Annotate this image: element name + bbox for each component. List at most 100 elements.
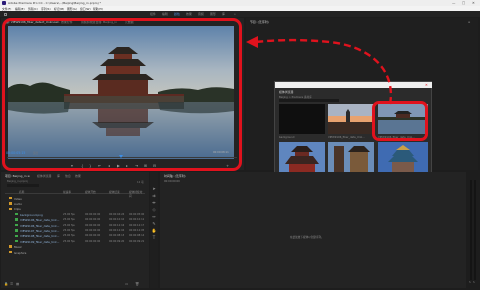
project-row-start: 00:00:00:00 xyxy=(85,234,101,238)
project-row[interactable]: Graphics xyxy=(5,250,145,255)
project-row[interactable]: VIEW9197_fiber_date_Unk... 25.00 fps 00:00… xyxy=(5,228,145,233)
folder-icon xyxy=(9,202,12,205)
media-browser-tab[interactable]: 媒体浏览器 xyxy=(37,174,51,178)
workspace-tab-libraries[interactable]: 库 xyxy=(222,12,225,16)
maximize-button[interactable]: □ xyxy=(462,1,465,5)
project-row-duration: 00:00:12:05 xyxy=(129,228,145,232)
panel-menu-icon[interactable]: ≡ xyxy=(468,20,470,24)
project-row-duration: 00:00:10:11 xyxy=(129,218,145,222)
effects-tab[interactable]: 效果 xyxy=(75,174,81,178)
project-row-name: VIEW9199_fiber_date_Unk... xyxy=(20,239,60,244)
folder-icon xyxy=(9,250,12,254)
project-row-end: 00:00:10:10 xyxy=(109,218,125,222)
project-row[interactable]: background.png 25.00 fps 00:00:00:00 00:00:… xyxy=(5,212,145,217)
clip-icon xyxy=(15,213,18,216)
project-row-duration: 00:00:12:17 xyxy=(129,223,145,227)
drag-arrow xyxy=(246,36,393,105)
clip-thumbnail-5[interactable]: VIEW9198_fiber_date_Unk... xyxy=(328,142,374,177)
project-row[interactable]: VIEW9196_fiber_date_Unk... 25.00 fps 00:00… xyxy=(5,223,145,228)
home-icon[interactable] xyxy=(4,12,7,16)
track-select-tool-icon[interactable]: ⇉ xyxy=(152,193,157,198)
workspace-tab-graphics[interactable]: 图形 xyxy=(210,12,216,16)
media-browser-close-button[interactable]: ✕ xyxy=(425,83,428,87)
info-tab[interactable]: 信息 xyxy=(65,174,71,178)
clip-5-preview xyxy=(328,142,374,172)
project-row-name: VIEW9198_fiber_date_Unk... xyxy=(20,234,60,239)
new-item-icon[interactable]: ▭ xyxy=(125,282,128,286)
solo-right-button[interactable]: S xyxy=(473,281,475,284)
project-row[interactable]: Clips xyxy=(5,207,145,211)
clip-name-2: VIEW9196_fiber_date_Unk... xyxy=(328,136,365,139)
project-row-start: 00:00:00:00 xyxy=(85,223,101,227)
project-row[interactable]: Video xyxy=(5,196,145,201)
project-item-count: 12 项 xyxy=(137,181,144,184)
timeline-tab[interactable]: 时间轴: (无序列) xyxy=(164,174,186,178)
project-row-fps: 25.00 fps xyxy=(63,239,75,243)
clip-name-1: background xyxy=(279,136,295,139)
workspace-tab-audio[interactable]: 音频 xyxy=(198,12,204,16)
column-media-end[interactable]: 媒体结束 xyxy=(109,190,120,194)
close-button[interactable]: ✕ xyxy=(472,1,475,5)
column-name[interactable]: 名称 xyxy=(19,190,24,194)
program-monitor-tab[interactable]: 节目: (无序列) xyxy=(250,20,269,24)
project-row[interactable]: Audio xyxy=(5,201,145,206)
project-list: Video Audio Clips background.png 25.00 fps 00… xyxy=(1,196,149,276)
timeline-timecode[interactable]: 00:00:00:00 xyxy=(164,180,180,183)
workspace-tab-assembly[interactable]: 组件 xyxy=(150,12,156,16)
project-row-fps: 25.00 fps xyxy=(63,223,75,227)
lock-icon[interactable]: 🔒 xyxy=(4,282,8,286)
icon-view-icon[interactable]: ▦ xyxy=(16,282,19,286)
list-view-icon[interactable]: ☰ xyxy=(10,282,13,286)
project-row-name: Video xyxy=(14,196,22,201)
project-row[interactable]: VIEW9198_fiber_date_Unk... 25.00 fps 00:00… xyxy=(5,234,145,238)
project-column-headers: 名称 帧速率 媒体开始 媒体结束 媒体持续时间 xyxy=(5,190,145,198)
workspace-more-button[interactable]: » xyxy=(234,12,236,16)
project-search-input[interactable] xyxy=(7,184,39,187)
column-media-start[interactable]: 媒体开始 xyxy=(85,190,96,194)
pen-tool-icon[interactable]: ✎ xyxy=(152,221,157,226)
project-row-start: 00:00:00:00 xyxy=(85,239,101,243)
project-row-fps: 25.00 fps xyxy=(63,212,75,216)
workspace-tab-effects[interactable]: 效果 xyxy=(186,12,192,16)
clip-icon xyxy=(15,229,18,232)
project-row-start: 00:00:00:00 xyxy=(85,218,101,222)
tools-panel: ➤ ⇉ ⇹ ◇ ↔ ✎ ✋ T xyxy=(150,172,158,288)
project-tab[interactable]: 项目: Beijing_in ≡ xyxy=(5,174,30,178)
project-row-duration: 00:00:09:21 xyxy=(129,239,145,243)
project-row-end: 00:00:12:16 xyxy=(109,223,125,227)
selection-tool-icon[interactable]: ➤ xyxy=(152,186,157,191)
workspace-tab-editing[interactable]: 编辑 xyxy=(162,12,168,16)
clip-thumbnail-6[interactable]: VIEW9199_fiber_date_Unk... xyxy=(378,142,428,177)
clip-thumbnail-background[interactable]: background xyxy=(279,104,325,139)
workspace-tab-color[interactable]: 颜色 xyxy=(174,12,180,16)
folder-icon xyxy=(9,196,12,200)
window-title: Adobe Premiere Pro CC - C:\Users\...\Bei… xyxy=(8,1,102,6)
timeline-drop-message: 在此处放下媒体以创建序列。 xyxy=(290,236,324,239)
project-path: Beijing_in.prproj xyxy=(7,180,28,183)
column-fps[interactable]: 帧速率 xyxy=(63,190,71,194)
ripple-edit-tool-icon[interactable]: ⇹ xyxy=(152,200,157,205)
clip-icon xyxy=(15,240,18,243)
project-row[interactable]: VIEW9199_fiber_date_Unk... 25.00 fps 00:00… xyxy=(5,239,145,244)
project-row-end: 00:00:04:24 xyxy=(109,212,125,216)
clip-thumbnail-2[interactable]: VIEW9196_fiber_date_Unk... xyxy=(328,104,374,139)
clip-2-preview xyxy=(328,104,374,134)
audio-meter-right xyxy=(473,180,476,280)
project-row[interactable]: VIEW9196_fiber_date_Unk... 25.00 fps 00:00… xyxy=(5,218,145,222)
project-row[interactable]: Music xyxy=(5,245,145,249)
solo-left-button[interactable]: S xyxy=(469,281,471,284)
clip-thumbnail-4[interactable]: VIEW9197_fiber_date_Unk... xyxy=(279,142,325,177)
audio-meter-left xyxy=(470,180,472,280)
project-row-fps: 25.00 fps xyxy=(63,234,75,238)
slip-tool-icon[interactable]: ↔ xyxy=(152,214,157,219)
razor-tool-icon[interactable]: ◇ xyxy=(152,207,157,212)
project-row-name: VIEW9197_fiber_date_Unk... xyxy=(20,228,60,233)
clear-icon[interactable]: 🗑 xyxy=(135,282,139,286)
libraries-tab[interactable]: 库 xyxy=(57,174,60,178)
minimize-button[interactable]: — xyxy=(452,1,455,5)
audio-meters-panel: S S xyxy=(467,172,479,288)
type-tool-icon[interactable]: T xyxy=(152,235,157,240)
hand-tool-icon[interactable]: ✋ xyxy=(152,228,157,233)
project-row-end: 00:00:08:13 xyxy=(109,234,125,238)
workspace-bar: 组件 编辑 颜色 效果 音频 图形 库 » xyxy=(0,11,480,17)
